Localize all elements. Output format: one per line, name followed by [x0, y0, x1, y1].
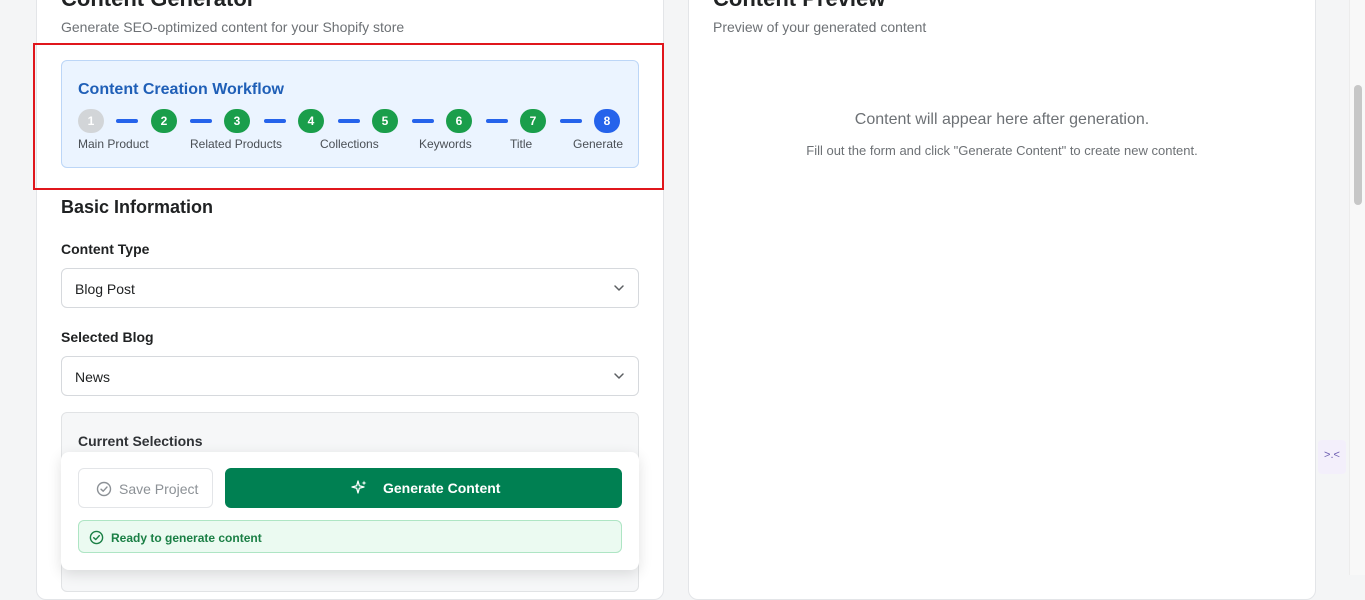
workflow-connector — [190, 119, 212, 123]
workflow-step-label: Main Product — [78, 137, 149, 151]
save-project-label: Save Project — [119, 481, 199, 497]
scrollbar-thumb[interactable] — [1354, 85, 1362, 205]
action-bar: Save Project Generate Content Ready to g… — [61, 452, 639, 570]
blog-value: News — [75, 369, 111, 385]
status-banner: Ready to generate content — [78, 520, 622, 553]
section-title-basic-info: Basic Information — [61, 197, 214, 217]
content-type-label: Content Type — [61, 241, 150, 257]
workflow-connector — [264, 119, 286, 123]
preview-empty-text: Content will appear here after generatio… — [854, 111, 1150, 128]
page-scrollbar[interactable] — [1349, 0, 1365, 575]
workflow-connector — [486, 119, 508, 123]
workflow-panel: Content Creation Workflow 1 2 3 4 5 6 7 … — [61, 60, 639, 168]
workflow-step-label: Generate — [573, 137, 624, 151]
workflow-step-4[interactable]: 4 — [298, 109, 324, 133]
workflow-step-5[interactable]: 5 — [372, 109, 398, 133]
generate-content-label: Generate Content — [383, 480, 501, 496]
check-circle-icon — [89, 530, 104, 545]
collapse-arrows-icon[interactable]: >.< — [1318, 440, 1346, 474]
chevron-down-icon — [614, 373, 624, 379]
workflow-step-label: Title — [510, 137, 533, 151]
page-subtitle: Generate SEO-optimized content for your … — [61, 19, 405, 35]
workflow-step-label: Keywords — [419, 137, 472, 151]
status-text: Ready to generate content — [111, 531, 262, 545]
page-title: Content Generator — [61, 0, 255, 12]
workflow-step-2[interactable]: 2 — [151, 109, 177, 133]
workflow-connector — [338, 119, 360, 123]
blog-label: Selected Blog — [61, 329, 154, 345]
workflow-step-7[interactable]: 7 — [520, 109, 546, 133]
generate-content-button[interactable]: Generate Content — [225, 468, 622, 508]
workflow-connector — [560, 119, 582, 123]
save-project-button[interactable]: Save Project — [78, 468, 213, 508]
preview-title: Content Preview — [713, 0, 885, 12]
workflow-connector — [412, 119, 434, 123]
workflow-step-6[interactable]: 6 — [446, 109, 472, 133]
chevron-down-icon — [614, 285, 624, 291]
sparkle-icon — [351, 480, 367, 494]
workflow-title: Content Creation Workflow — [78, 81, 284, 98]
content-preview-card: Content Preview Preview of your generate… — [688, 0, 1316, 600]
workflow-step-label: Related Products — [190, 137, 283, 151]
preview-subtitle: Preview of your generated content — [713, 19, 927, 35]
workflow-step-3[interactable]: 3 — [224, 109, 250, 133]
workflow-step-8[interactable]: 8 — [594, 109, 620, 133]
content-type-value: Blog Post — [75, 281, 135, 297]
workflow-connector — [116, 119, 138, 123]
blog-select[interactable]: News — [61, 356, 639, 396]
content-type-select[interactable]: Blog Post — [61, 268, 639, 308]
current-selections-title: Current Selections — [78, 433, 203, 449]
workflow-step-label: Collections — [320, 137, 379, 151]
workflow-step-1[interactable]: 1 — [78, 109, 104, 133]
check-circle-icon — [96, 481, 112, 497]
preview-hint-text: Fill out the form and click "Generate Co… — [806, 143, 1198, 158]
